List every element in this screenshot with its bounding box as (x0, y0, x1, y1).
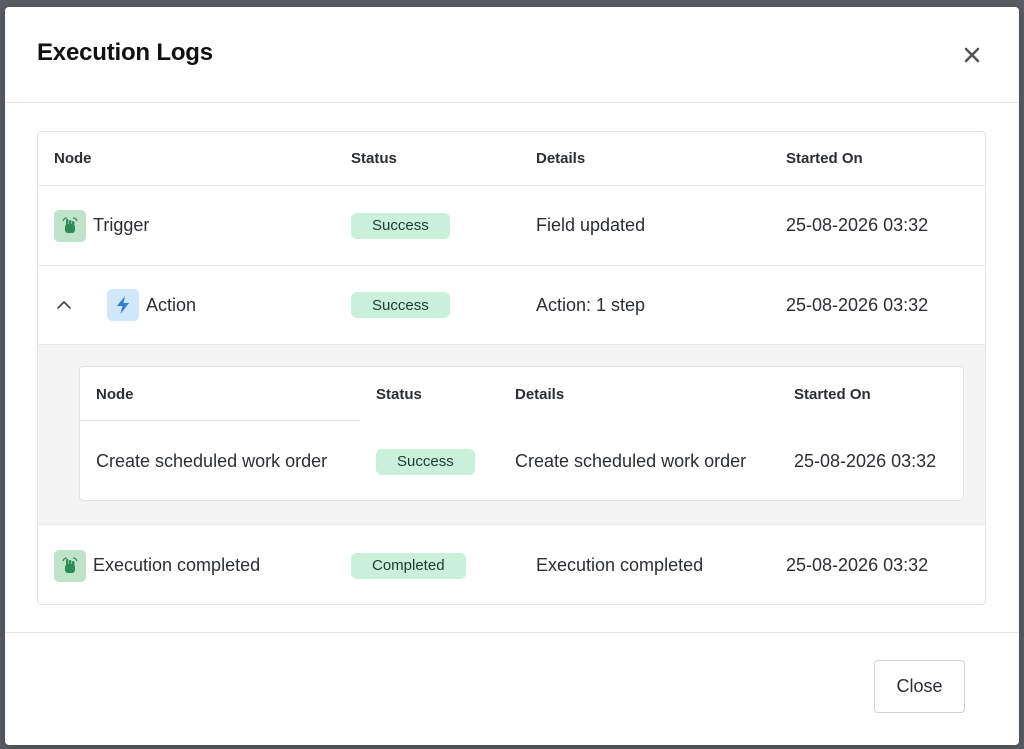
node-name: Action (146, 294, 197, 315)
column-header-node: Node (54, 150, 92, 167)
node-cell: Execution completed (54, 525, 261, 604)
sub-column-header-status: Status (376, 385, 422, 403)
close-icon[interactable] (960, 43, 984, 67)
collapse-toggle[interactable] (55, 266, 73, 344)
sub-status-cell: Success (376, 421, 475, 502)
started-on-cell: 25-08-2026 03:32 (786, 215, 929, 235)
status-cell: Completed (351, 525, 466, 604)
details-cell: Execution completed (536, 555, 704, 575)
sub-column-header-details: Details (515, 385, 565, 403)
node-cell: Trigger (54, 186, 149, 265)
execution-logs-modal: Execution Logs Node Status Details Start… (5, 7, 1019, 745)
sub-table: Node Status Details Started On Create sc… (79, 366, 964, 501)
status-badge: Success (376, 448, 475, 475)
table-header-row: Node Status Details Started On (38, 132, 985, 186)
lightning-icon (107, 289, 139, 321)
sub-column-header-node: Node (96, 385, 134, 403)
sub-details-cell: Create scheduled work order (515, 451, 747, 471)
details-cell: Action: 1 step (536, 294, 646, 315)
node-name: Trigger (93, 215, 150, 235)
status-cell: Success (351, 266, 450, 344)
node-name: Execution completed (93, 555, 261, 575)
hand-tap-icon (54, 549, 86, 582)
hand-tap-icon (54, 209, 86, 242)
sub-column-header-started-on: Started On (794, 385, 871, 403)
table-row[interactable]: Action Success Action: 1 step 25-08-2026… (38, 266, 985, 345)
modal-title: Execution Logs (37, 39, 213, 66)
status-badge: Success (351, 292, 450, 318)
execution-log-table: Node Status Details Started On Trigger S… (37, 131, 986, 605)
status-badge: Success (351, 212, 450, 239)
table-row[interactable]: Execution completed Completed Execution … (38, 525, 985, 604)
column-header-details: Details (536, 150, 586, 167)
table-row[interactable]: Trigger Success Field updated 25-08-2026… (38, 186, 985, 266)
sub-started-on-cell: 25-08-2026 03:32 (794, 451, 937, 471)
column-header-status: Status (351, 150, 397, 167)
node-cell: Action (107, 266, 196, 344)
sub-node-cell: Create scheduled work order (96, 451, 328, 471)
close-button[interactable]: Close (874, 660, 965, 713)
expanded-row-panel: Node Status Details Started On Create sc… (38, 345, 985, 525)
started-on-cell: 25-08-2026 03:32 (786, 294, 929, 315)
modal-footer: Close (5, 632, 1019, 745)
modal-header: Execution Logs (5, 7, 1019, 103)
chevron-up-icon[interactable] (55, 296, 73, 314)
modal-body: Node Status Details Started On Trigger S… (5, 104, 1019, 632)
status-badge: Completed (351, 552, 466, 579)
details-cell: Field updated (536, 215, 646, 235)
column-header-started-on: Started On (786, 150, 863, 167)
status-cell: Success (351, 186, 450, 265)
started-on-cell: 25-08-2026 03:32 (786, 555, 929, 575)
